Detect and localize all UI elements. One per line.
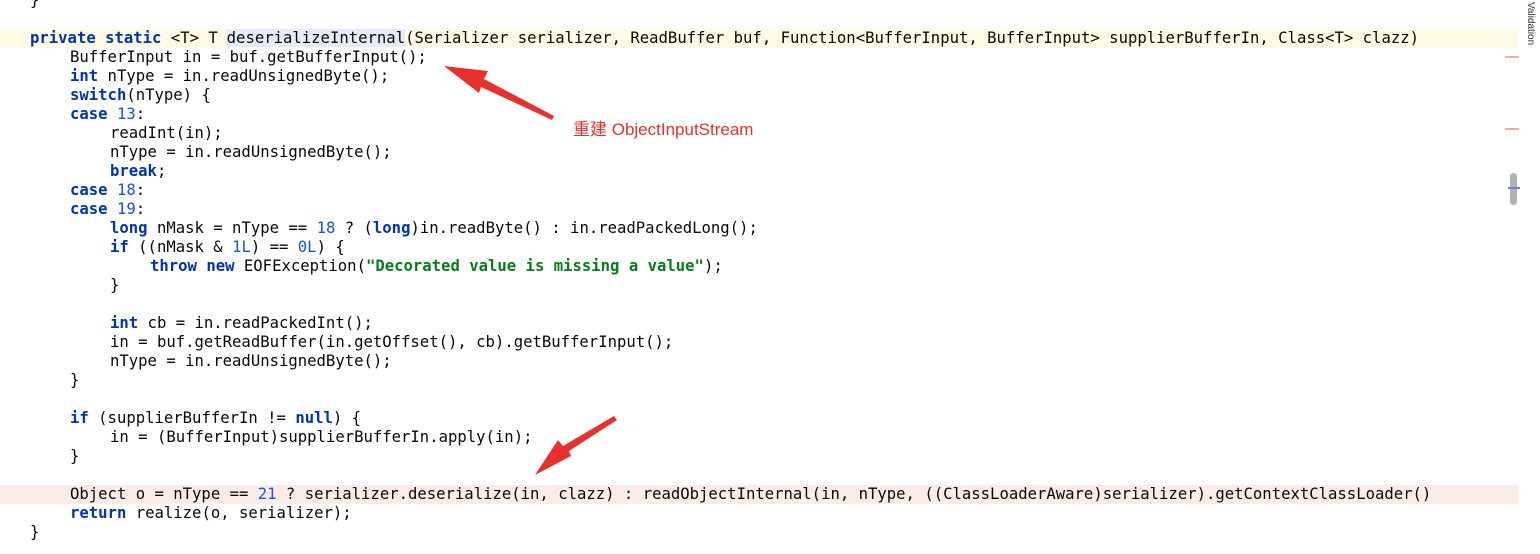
red-arrow-icon bbox=[444, 66, 554, 120]
annotation-arrows bbox=[444, 66, 617, 475]
red-arrow-icon bbox=[535, 416, 617, 475]
annotation-label: 重建 ObjectInputStream bbox=[573, 120, 754, 139]
